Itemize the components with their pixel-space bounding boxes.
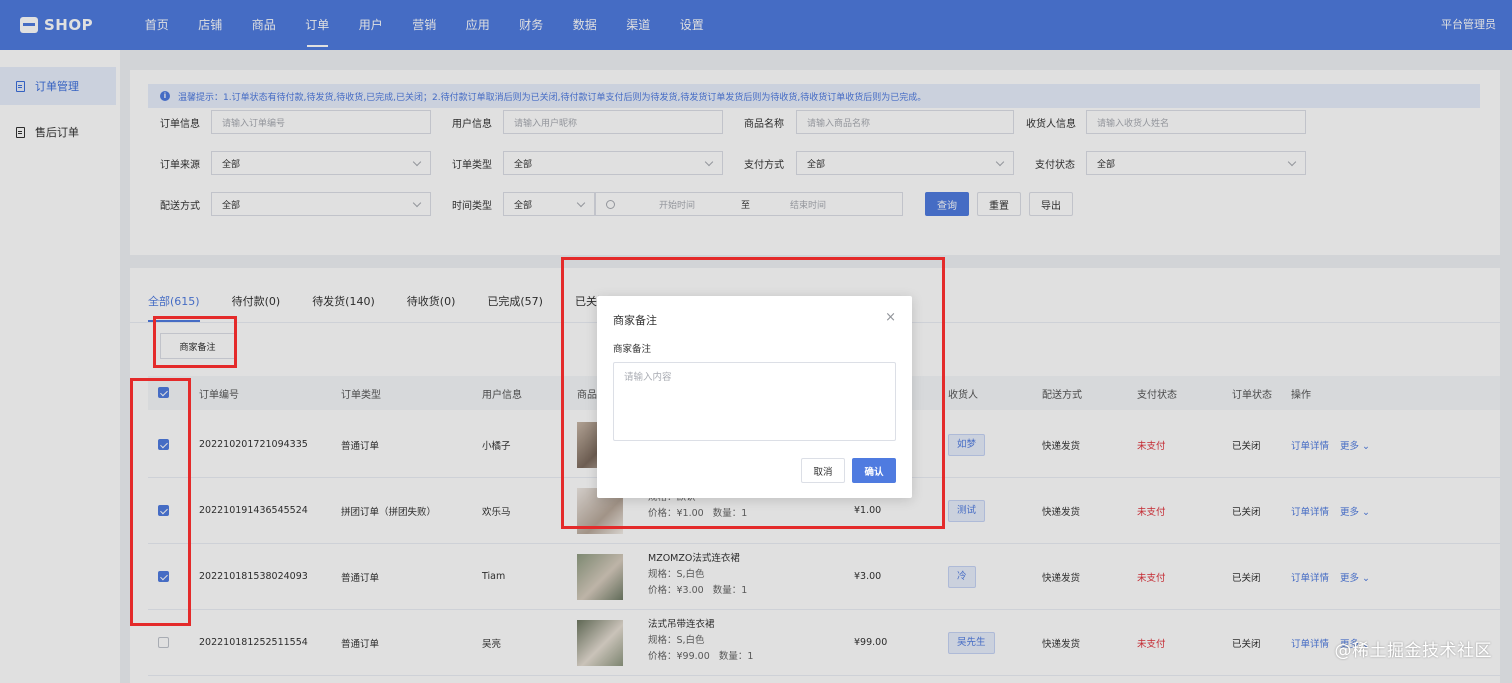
close-icon[interactable]: × [885,310,896,325]
annotation-box-remark-button [153,316,237,368]
merchant-remark-dialog: 商家备注 × 商家备注 请输入内容 取消 确认 [597,296,912,498]
watermark: @稀土掘金技术社区 [1334,641,1492,661]
confirm-button[interactable]: 确认 [852,458,896,483]
dialog-title: 商家备注 [613,314,657,327]
annotation-box-checkboxes [130,378,191,626]
remark-textarea[interactable]: 请输入内容 [613,362,896,441]
cancel-button[interactable]: 取消 [801,458,845,483]
remark-field-label: 商家备注 [613,344,652,355]
